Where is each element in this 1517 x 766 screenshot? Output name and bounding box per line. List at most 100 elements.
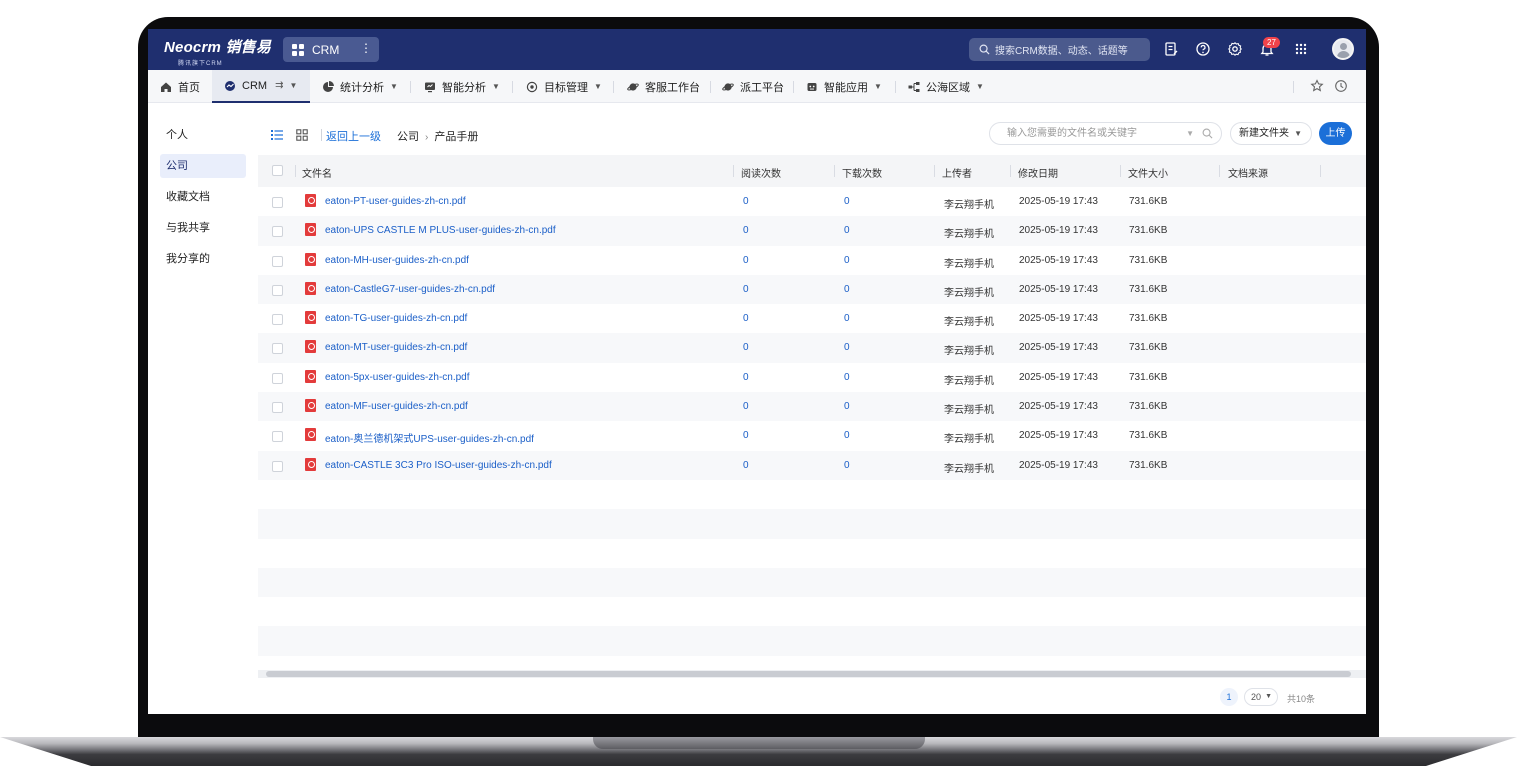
nav-tab-customer-service[interactable]: 客服工作台: [627, 70, 700, 103]
file-name-link[interactable]: eaton-MT-user-guides-zh-cn.pdf: [325, 342, 467, 353]
cell-downloads[interactable]: 0: [844, 255, 850, 266]
row-checkbox[interactable]: [272, 314, 283, 326]
table-row[interactable]: eaton-PT-user-guides-zh-cn.pdf 0 0 李云翔手机 202…: [258, 187, 1366, 216]
file-name-link[interactable]: eaton-TG-user-guides-zh-cn.pdf: [325, 313, 467, 324]
nav-tab-statistics[interactable]: 统计分析 ▼: [322, 70, 398, 103]
file-name-link[interactable]: eaton-5px-user-guides-zh-cn.pdf: [325, 372, 470, 383]
column-header-size[interactable]: 文件大小: [1128, 165, 1168, 180]
star-icon[interactable]: [1310, 79, 1324, 93]
file-name-link[interactable]: eaton-CastleG7-user-guides-zh-cn.pdf: [325, 284, 495, 295]
more-vertical-icon[interactable]: ⋮: [360, 41, 372, 55]
column-header-uploader[interactable]: 上传者: [942, 165, 972, 180]
cell-reads[interactable]: 0: [743, 255, 749, 266]
chevron-down-icon[interactable]: ▼: [1294, 123, 1302, 144]
cell-downloads[interactable]: 0: [844, 313, 850, 324]
row-checkbox[interactable]: [272, 197, 283, 208]
row-checkbox[interactable]: [272, 460, 283, 472]
row-checkbox[interactable]: [272, 372, 283, 384]
select-all-checkbox[interactable]: [272, 165, 283, 176]
cell-reads[interactable]: 0: [743, 460, 749, 471]
file-name-link[interactable]: eaton-UPS CASTLE M PLUS-user-guides-zh-c…: [325, 225, 556, 236]
table-row[interactable]: eaton-MH-user-guides-zh-cn.pdf 0 0 李云翔手机 202…: [258, 246, 1366, 275]
upload-button[interactable]: 上传: [1319, 122, 1352, 145]
file-search-input[interactable]: 输入您需要的文件名或关键字 ▼: [989, 122, 1222, 145]
cell-reads[interactable]: 0: [743, 372, 749, 383]
table-row[interactable]: eaton-CastleG7-user-guides-zh-cn.pdf 0 0 李云…: [258, 274, 1366, 305]
table-row[interactable]: eaton-TG-user-guides-zh-cn.pdf 0 0 李云翔手机 202…: [258, 304, 1366, 333]
grid-view-icon[interactable]: [296, 129, 308, 141]
apps-menu-icon[interactable]: [1293, 41, 1309, 57]
table-row[interactable]: eaton-5px-user-guides-zh-cn.pdf 0 0 李云翔手机 20…: [258, 363, 1366, 392]
nav-tab-dispatch-platform[interactable]: 派工平台: [722, 70, 784, 103]
cell-downloads[interactable]: 0: [844, 196, 850, 207]
list-view-icon[interactable]: [271, 129, 283, 141]
file-name-link[interactable]: eaton-MH-user-guides-zh-cn.pdf: [325, 255, 469, 266]
chevron-down-icon[interactable]: ▼: [594, 82, 602, 91]
cell-downloads[interactable]: 0: [844, 225, 850, 236]
file-name-link[interactable]: eaton-CASTLE 3C3 Pro ISO-user-guides-zh-…: [325, 460, 552, 471]
nav-tab-smart-analysis[interactable]: 智能分析 ▼: [424, 70, 500, 103]
row-checkbox[interactable]: [272, 284, 283, 296]
cell-reads[interactable]: 0: [743, 225, 749, 236]
cell-downloads[interactable]: 0: [844, 342, 850, 353]
user-avatar[interactable]: [1332, 38, 1354, 60]
column-header-name[interactable]: 文件名: [302, 165, 332, 180]
nav-tab-target-management[interactable]: 目标管理 ▼: [526, 70, 602, 103]
file-name-link[interactable]: eaton-MF-user-guides-zh-cn.pdf: [325, 401, 468, 412]
nav-tab-home[interactable]: 首页: [160, 70, 212, 103]
table-row[interactable]: eaton-UPS CASTLE M PLUS-user-guides-zh-c…: [258, 216, 1366, 246]
row-checkbox[interactable]: [272, 431, 283, 443]
cell-downloads[interactable]: 0: [844, 401, 850, 412]
row-checkbox[interactable]: [272, 226, 283, 238]
sidebar-item-my-shares[interactable]: 我分享的: [160, 247, 246, 271]
new-folder-button[interactable]: 新建文件夹 ▼: [1230, 122, 1312, 145]
sidebar-item-company[interactable]: 公司: [160, 154, 246, 178]
nav-tab-smart-apps[interactable]: 智能应用 ▼: [806, 70, 882, 103]
table-row[interactable]: eaton-MF-user-guides-zh-cn.pdf 0 0 李云翔手机 202…: [258, 392, 1366, 422]
history-icon[interactable]: [1334, 79, 1348, 93]
page-size-select[interactable]: 20 ▼: [1244, 688, 1278, 706]
table-row[interactable]: eaton-奥兰德机架式UPS-user-guides-zh-cn.pdf 0 0 李…: [258, 421, 1366, 450]
scrollbar-thumb[interactable]: [266, 671, 1351, 677]
cell-downloads[interactable]: 0: [844, 372, 850, 383]
cell-reads[interactable]: 0: [743, 430, 749, 441]
chevron-down-icon[interactable]: ▼: [874, 82, 882, 91]
cell-reads[interactable]: 0: [743, 313, 749, 324]
chevron-down-icon[interactable]: ▼: [492, 82, 500, 91]
breadcrumb-item-company[interactable]: 公司: [397, 131, 419, 143]
nav-tab-crm[interactable]: CRM ⇉ ▼: [212, 70, 310, 103]
cell-downloads[interactable]: 0: [844, 430, 850, 441]
column-header-source[interactable]: 文档来源: [1228, 165, 1268, 180]
gear-icon[interactable]: [1227, 41, 1243, 57]
cell-reads[interactable]: 0: [743, 284, 749, 295]
tab-options-icon[interactable]: ⇉: [275, 80, 283, 91]
cell-reads[interactable]: 0: [743, 196, 749, 207]
chevron-down-icon[interactable]: ▼: [390, 82, 398, 91]
row-checkbox[interactable]: [272, 343, 283, 355]
sidebar-item-shared-with-me[interactable]: 与我共享: [160, 216, 246, 240]
cell-reads[interactable]: 0: [743, 342, 749, 353]
row-checkbox[interactable]: [272, 402, 283, 414]
chevron-down-icon[interactable]: ▼: [976, 82, 984, 91]
table-row[interactable]: eaton-MT-user-guides-zh-cn.pdf 0 0 李云翔手机 202…: [258, 333, 1366, 363]
column-header-reads[interactable]: 阅读次数: [741, 165, 781, 180]
file-name-link[interactable]: eaton-PT-user-guides-zh-cn.pdf: [325, 196, 466, 207]
column-header-modified[interactable]: 修改日期: [1018, 165, 1058, 180]
notes-icon[interactable]: [1163, 41, 1179, 57]
search-icon[interactable]: [1202, 128, 1213, 139]
page-button-current[interactable]: 1: [1220, 688, 1238, 706]
sidebar-item-favorites[interactable]: 收藏文档: [160, 185, 246, 209]
sidebar-item-personal[interactable]: 个人: [160, 123, 246, 147]
back-link[interactable]: 返回上一级: [326, 128, 381, 144]
help-icon[interactable]: [1195, 41, 1211, 57]
brand-logo[interactable]: Neocrm 销售易 腾讯旗下CRM: [164, 36, 271, 67]
cell-downloads[interactable]: 0: [844, 460, 850, 471]
caret-down-icon[interactable]: ▼: [1186, 123, 1194, 144]
file-name-link[interactable]: eaton-奥兰德机架式UPS-user-guides-zh-cn.pdf: [325, 430, 534, 445]
nav-tab-public-pool[interactable]: 公海区域 ▼: [908, 70, 984, 103]
row-checkbox[interactable]: [272, 255, 283, 267]
chevron-down-icon[interactable]: ▼: [289, 81, 297, 90]
horizontal-scrollbar[interactable]: [258, 670, 1366, 678]
cell-downloads[interactable]: 0: [844, 284, 850, 295]
cell-reads[interactable]: 0: [743, 401, 749, 412]
